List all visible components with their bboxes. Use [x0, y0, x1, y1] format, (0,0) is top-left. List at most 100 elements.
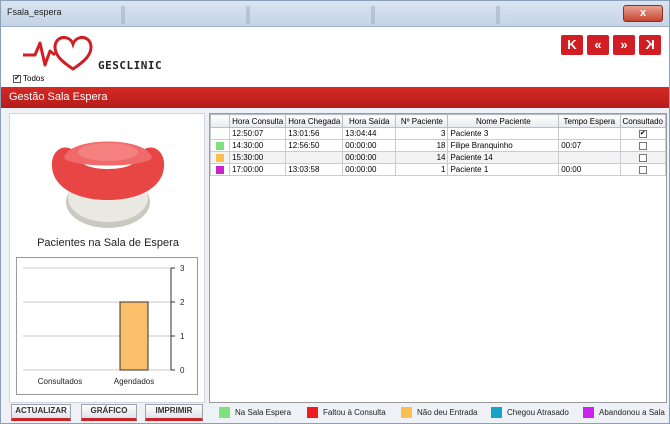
first-icon: K [567, 37, 577, 52]
nome-paciente-cell: Paciente 1 [447, 163, 560, 176]
titlebar-decoration [121, 6, 125, 24]
hora-saida-cell: 13:04:44 [342, 127, 397, 140]
atualizar-button[interactable]: ACTUALIZAR [11, 404, 71, 421]
hora-chegada-cell: 13:01:56 [285, 127, 344, 140]
hora-consulta-cell: 14:30:00 [229, 139, 287, 152]
legend-swatch [583, 407, 594, 418]
num-paciente-cell: 18 [395, 139, 449, 152]
todos-checkbox[interactable]: ✔ Todos [13, 74, 44, 83]
legend-swatch [307, 407, 318, 418]
bar-chart: 0 1 2 3 Consultados Agendados [23, 264, 185, 386]
tempo-espera-cell: 00:00 [558, 163, 621, 176]
header: GESCLINIC ✔ Todos K « » K [1, 27, 669, 87]
first-record-button[interactable]: K [561, 35, 583, 55]
num-paciente-cell: 14 [395, 151, 449, 164]
last-icon: K [645, 37, 655, 52]
bar [119, 301, 149, 371]
patients-table: Hora Consulta Hora Chegada Hora Saída Nº… [210, 114, 666, 176]
x-tick-label: Agendados [114, 377, 154, 386]
consultado-cell [619, 151, 666, 164]
brand-name: GESCLINIC [98, 59, 163, 72]
status-swatch [216, 130, 224, 138]
column-header[interactable]: Nº Paciente [395, 114, 449, 128]
table-row[interactable]: 12:50:07 13:01:56 13:04:44 3 Paciente 3 … [210, 127, 666, 140]
table-row[interactable]: 14:30:00 12:56:50 00:00:00 18 Filipe Bra… [210, 139, 666, 152]
previous-icon: « [594, 37, 602, 52]
hora-chegada-cell: 13:03:58 [285, 163, 344, 176]
bottom-bar: ACTUALIZAR GRÁFICO IMPRIMIR Na Sala Espe… [1, 403, 669, 423]
last-record-button[interactable]: K [639, 35, 661, 55]
consultado-checkbox[interactable] [638, 141, 647, 150]
legend-item: Faltou à Consulta [307, 407, 386, 418]
status-color-cell [210, 139, 231, 152]
consultado-checkbox[interactable] [638, 165, 647, 174]
nome-paciente-cell: Paciente 14 [447, 151, 560, 164]
left-panel: Pacientes na Sala de Espera 0 1 2 3 Consulta… [9, 113, 205, 403]
hora-consulta-cell: 15:30:00 [229, 151, 287, 164]
consultado-checkbox[interactable] [638, 153, 647, 162]
imprimir-button[interactable]: IMPRIMIR [145, 404, 203, 421]
table-row[interactable]: 17:00:00 13:03:58 00:00:00 1 Paciente 1 … [210, 163, 666, 176]
section-title: Gestão Sala Espera [9, 91, 108, 103]
hora-saida-cell: 00:00:00 [342, 151, 397, 164]
table-row-selected[interactable]: 15:30:00 00:00:00 14 Paciente 14 [210, 151, 666, 164]
chart-area: 0 1 2 3 Consultados Agendados [16, 257, 198, 395]
patients-table-area: Hora Consulta Hora Chegada Hora Saída Nº… [209, 113, 667, 403]
legend-label: Faltou à Consulta [323, 408, 386, 417]
tempo-espera-cell [558, 127, 621, 140]
previous-record-button[interactable]: « [587, 35, 609, 55]
legend-label: Abandonou a Sala [599, 408, 665, 417]
num-paciente-cell: 1 [395, 163, 449, 176]
legend-label: Chegou Atrasado [507, 408, 569, 417]
hora-consulta-cell: 17:00:00 [229, 163, 287, 176]
heart-logo-icon [23, 36, 93, 71]
y-tick-label: 0 [180, 366, 185, 375]
x-tick-label: Consultados [38, 377, 82, 386]
next-record-button[interactable]: » [613, 35, 635, 55]
legend-label: Na Sala Espera [235, 408, 292, 417]
window-title: Fsala_espera [7, 7, 62, 17]
legend-item: Não deu Entrada [401, 407, 478, 418]
tempo-espera-cell: 00:07 [558, 139, 621, 152]
table-header-row: Hora Consulta Hora Chegada Hora Saída Nº… [210, 114, 666, 128]
todos-label: Todos [23, 74, 45, 83]
y-tick-label: 2 [180, 298, 185, 307]
legend-item: Na Sala Espera [219, 407, 291, 418]
window: Fsala_espera x GESCLINIC ✔ Todos K « » K… [0, 0, 670, 424]
status-swatch [216, 153, 225, 162]
status-color-cell [210, 163, 231, 176]
column-header[interactable]: Tempo Espera [558, 114, 621, 128]
titlebar-decoration [371, 6, 375, 24]
hora-consulta-cell: 12:50:07 [229, 127, 287, 140]
titlebar-decoration [246, 6, 250, 24]
hora-saida-cell: 00:00:00 [342, 163, 397, 176]
status-color-cell [210, 127, 231, 140]
record-navigation: K « » K [561, 35, 661, 55]
legend-swatch [491, 407, 502, 418]
status-swatch [216, 141, 225, 150]
column-header[interactable]: Hora Saída [342, 114, 397, 128]
section-header: Gestão Sala Espera [1, 87, 669, 108]
column-header[interactable]: Hora Consulta [229, 114, 287, 128]
column-header[interactable] [210, 114, 231, 128]
hora-saida-cell: 00:00:00 [342, 139, 397, 152]
close-button[interactable]: x [623, 5, 663, 22]
column-header[interactable]: Hora Chegada [285, 114, 344, 128]
title-bar: Fsala_espera x [1, 1, 669, 27]
legend-item: Abandonou a Sala [583, 407, 665, 418]
hora-chegada-cell: 12:56:50 [285, 139, 344, 152]
nome-paciente-cell: Paciente 3 [447, 127, 560, 140]
status-color-cell [210, 151, 231, 164]
waiting-chair-icon [51, 141, 165, 228]
checkmark-icon: ✔ [13, 74, 21, 83]
legend-item: Chegou Atrasado [491, 407, 569, 418]
num-paciente-cell: 3 [395, 127, 449, 140]
consultado-checkbox[interactable]: ✔ [638, 129, 647, 138]
consultado-cell [619, 139, 666, 152]
grafico-button[interactable]: GRÁFICO [81, 404, 137, 421]
legend-swatch [219, 407, 230, 418]
column-header[interactable]: Consultado [619, 114, 666, 128]
nome-paciente-cell: Filipe Branquinho [447, 139, 560, 152]
column-header[interactable]: Nome Paciente [447, 114, 560, 128]
legend-label: Não deu Entrada [417, 408, 478, 417]
